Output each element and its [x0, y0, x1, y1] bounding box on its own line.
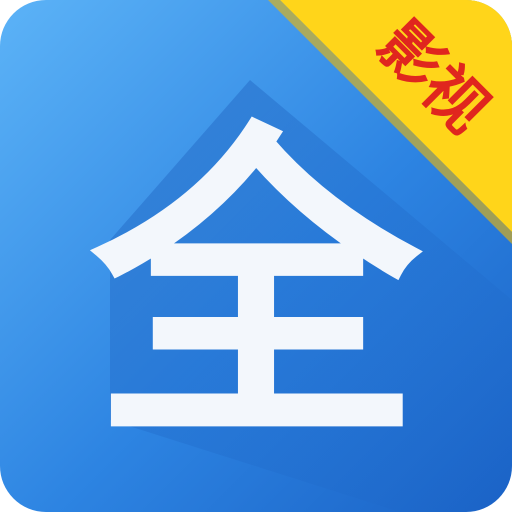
app-icon-graphic: 全 影视 [0, 0, 512, 512]
main-glyph: 全 [86, 94, 426, 482]
app-icon[interactable]: 全 影视 [0, 0, 512, 512]
